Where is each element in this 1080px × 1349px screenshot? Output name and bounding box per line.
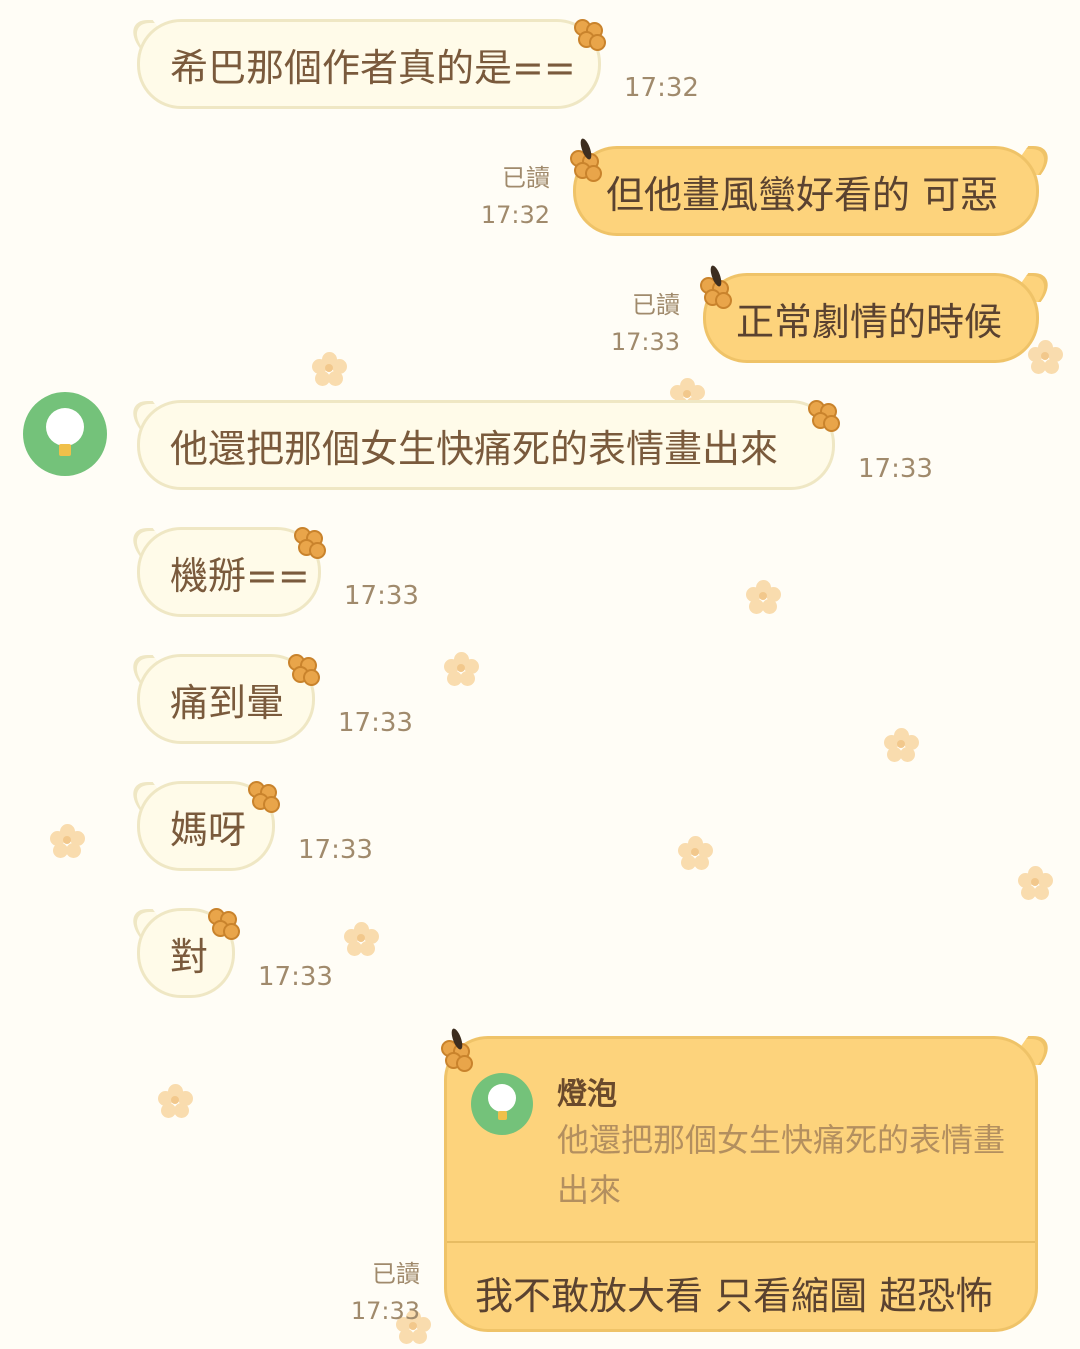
read-receipt: 已讀 17:32 — [430, 160, 550, 234]
background-flower-icon — [884, 728, 919, 762]
message-text: 正常劇情的時候 — [736, 299, 1003, 344]
message-time: 17:33 — [350, 1297, 420, 1325]
lightbulb-icon — [46, 408, 84, 446]
message-time: 17:33 — [344, 581, 419, 611]
read-label: 已讀 — [502, 164, 550, 192]
message-time: 17:32 — [480, 201, 550, 229]
background-flower-icon — [158, 1084, 193, 1118]
background-flower-icon — [678, 836, 713, 870]
message-text: 但他畫風蠻好看的 可惡 — [606, 172, 999, 217]
message-text: 希巴那個作者真的是== — [170, 45, 576, 90]
message-time: 17:33 — [298, 835, 373, 865]
quoted-sender-name: 燈泡 — [557, 1077, 617, 1112]
flower-icon — [246, 779, 280, 813]
quoted-sender-avatar — [471, 1073, 533, 1135]
read-label: 已讀 — [372, 1260, 420, 1288]
message-time: 17:33 — [338, 708, 413, 738]
reply-divider — [447, 1241, 1035, 1243]
message-text: 對 — [170, 934, 209, 979]
background-flower-icon — [1018, 866, 1053, 900]
message-time: 17:33 — [258, 962, 333, 992]
message-time: 17:33 — [858, 454, 933, 484]
incoming-message-bubble[interactable]: 希巴那個作者真的是== — [137, 19, 601, 109]
contact-avatar[interactable] — [23, 392, 107, 476]
read-label: 已讀 — [632, 291, 680, 319]
flower-icon — [292, 525, 326, 559]
reply-message-bubble[interactable]: 燈泡 他還把那個女生快痛死的表情畫出來 我不敢放大看 只看縮圖 超恐怖 — [444, 1036, 1038, 1332]
lightbulb-base — [59, 444, 71, 456]
message-text: 機掰== — [170, 553, 310, 598]
message-text: 我不敢放大看 只看縮圖 超恐怖 — [475, 1274, 994, 1318]
message-time: 17:32 — [624, 73, 699, 103]
read-receipt: 已讀 17:33 — [560, 287, 680, 361]
lightbulb-base — [497, 1111, 507, 1120]
message-text: 媽呀 — [170, 807, 247, 852]
background-flower-icon — [344, 922, 379, 956]
outgoing-message-bubble[interactable]: 正常劇情的時候 — [703, 273, 1039, 363]
background-flower-icon — [50, 824, 85, 858]
flower-icon — [206, 906, 240, 940]
incoming-message-bubble[interactable]: 他還把那個女生快痛死的表情畫出來 — [137, 400, 835, 490]
flower-icon — [286, 652, 320, 686]
background-flower-icon — [444, 652, 479, 686]
read-receipt: 已讀 17:33 — [300, 1256, 420, 1330]
flower-icon — [806, 398, 840, 432]
flower-icon — [572, 17, 606, 51]
background-flower-icon — [1028, 340, 1063, 374]
background-flower-icon — [746, 580, 781, 614]
message-text: 痛到暈 — [170, 680, 285, 725]
background-flower-icon — [312, 352, 347, 386]
outgoing-message-bubble[interactable]: 但他畫風蠻好看的 可惡 — [573, 146, 1039, 236]
quoted-message-text[interactable]: 他還把那個女生快痛死的表情畫出來 — [557, 1115, 1017, 1215]
lightbulb-icon — [488, 1084, 516, 1112]
message-text: 他還把那個女生快痛死的表情畫出來 — [170, 426, 779, 471]
message-time: 17:33 — [610, 328, 680, 356]
